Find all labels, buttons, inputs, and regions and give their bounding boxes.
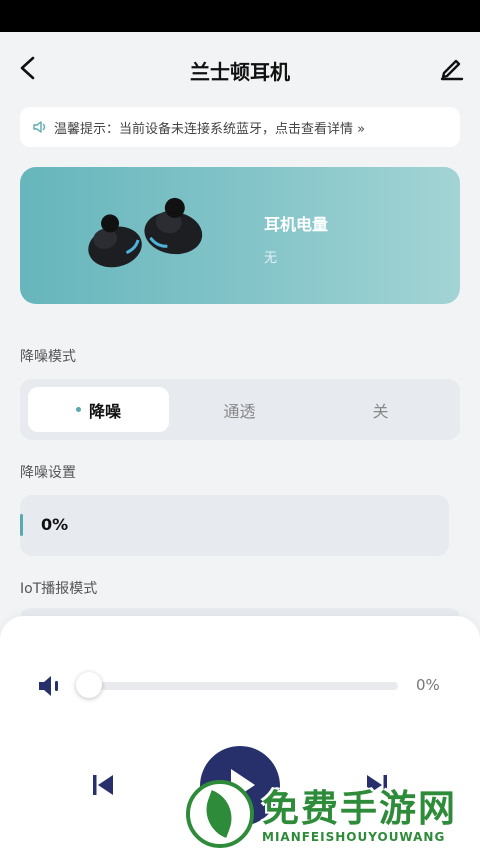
noise-mode-selector: 降噪 通透 关 — [20, 379, 460, 440]
mode-option-off[interactable]: 关 — [310, 387, 451, 432]
iot-mode-label: IoT播报模式 — [20, 581, 98, 597]
selected-dot-icon — [75, 407, 81, 412]
page-title: 兰士顿耳机 — [190, 60, 290, 84]
notice-text: 温馨提示：当前设备未连接系统蓝牙，点击查看详情 » — [54, 121, 366, 137]
skip-previous-icon[interactable] — [90, 772, 116, 798]
mode-option-label: 关 — [372, 401, 389, 421]
nav-bar: 兰士顿耳机 — [0, 32, 480, 108]
watermark-subtitle: MIANFEISHOUYOUWANG — [262, 830, 446, 844]
noise-setting-label: 降噪设置 — [20, 465, 76, 481]
mode-option-transparent[interactable]: 通透 — [169, 387, 310, 432]
mode-option-label: 降噪 — [88, 401, 121, 421]
volume-thumb[interactable] — [76, 672, 102, 698]
mode-option-label: 通透 — [223, 401, 256, 421]
noise-level-value: 0% — [41, 515, 69, 534]
battery-card: 耳机电量 无 — [20, 167, 460, 304]
noise-level-slider[interactable]: 0% — [20, 495, 449, 556]
mode-option-anc[interactable]: 降噪 — [28, 387, 169, 432]
watermark: 免费手游网 MIANFEISHOUYOUWANG — [182, 774, 472, 850]
slider-fill — [20, 514, 23, 536]
watermark-title: 免费手游网 — [262, 787, 457, 830]
noise-mode-label: 降噪模式 — [20, 349, 76, 365]
volume-track[interactable] — [80, 682, 398, 690]
status-bar — [0, 0, 480, 32]
volume-value: 0% — [416, 676, 440, 694]
speaker-icon — [33, 121, 46, 133]
volume-icon[interactable] — [36, 672, 64, 700]
edit-pencil-icon[interactable] — [438, 54, 466, 82]
watermark-logo-icon — [186, 780, 254, 848]
bluetooth-notice[interactable]: 温馨提示：当前设备未连接系统蓝牙，点击查看详情 » — [20, 107, 460, 147]
leaf-icon — [198, 790, 240, 838]
battery-value: 无 — [264, 251, 278, 266]
battery-title: 耳机电量 — [264, 215, 329, 234]
earbuds-image — [88, 197, 203, 268]
